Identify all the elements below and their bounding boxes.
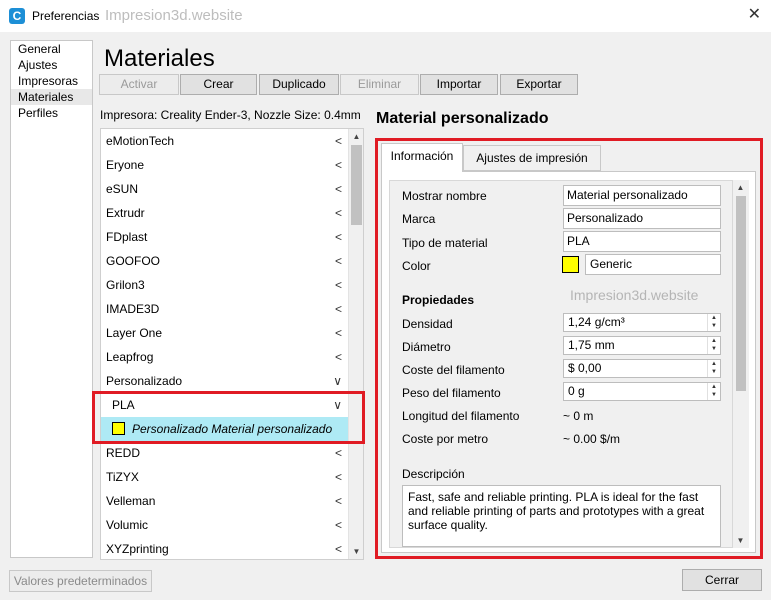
close-button[interactable]: Cerrar xyxy=(682,569,762,591)
spin-arrows-icon[interactable]: ▲ ▼ xyxy=(707,314,720,331)
material-type-field[interactable]: PLA xyxy=(563,231,721,252)
list-item-goofoo[interactable]: GOOFOO < xyxy=(101,249,350,273)
color-label: Color xyxy=(402,259,431,273)
nav-item-general[interactable]: General xyxy=(11,41,92,57)
chevron-left-icon[interactable]: < xyxy=(335,273,342,297)
chevron-left-icon[interactable]: < xyxy=(335,201,342,225)
nav-item-impresoras[interactable]: Impresoras xyxy=(11,73,92,89)
close-window-icon[interactable]: ✕ xyxy=(748,6,761,24)
materials-list: eMotionTech < Eryone < eSUN < Extrudr < FDpl… xyxy=(100,128,364,560)
filament-cost-spinbox[interactable]: $ 0,00 ▲ ▼ xyxy=(563,359,721,378)
chevron-left-icon[interactable]: < xyxy=(335,249,342,273)
list-item-layer-one[interactable]: Layer One < xyxy=(101,321,350,345)
spin-arrows-icon[interactable]: ▲ ▼ xyxy=(707,383,720,400)
cost-per-meter-label: Coste por metro xyxy=(402,432,489,446)
filament-length-value: ~ 0 m xyxy=(563,409,594,423)
list-item-emotiontech[interactable]: eMotionTech < xyxy=(101,129,350,153)
scroll-down-icon[interactable]: ▼ xyxy=(733,533,748,548)
list-item-pla[interactable]: PLA ∨ xyxy=(101,393,350,417)
info-scrollbar[interactable]: ▲ ▼ xyxy=(733,180,749,548)
watermark: Impresion3d.website xyxy=(105,7,243,24)
list-item-esun[interactable]: eSUN < xyxy=(101,177,350,201)
brand-field[interactable]: Personalizado xyxy=(563,208,721,229)
chevron-left-icon[interactable]: < xyxy=(335,345,342,369)
preferences-nav: General Ajustes Impresoras Materiales Pe… xyxy=(10,40,93,558)
diameter-label: Diámetro xyxy=(402,340,451,354)
filament-weight-spinbox[interactable]: 0 g ▲ ▼ xyxy=(563,382,721,401)
display-name-field[interactable]: Material personalizado xyxy=(563,185,721,206)
color-name-field[interactable]: Generic xyxy=(585,254,721,275)
activate-button[interactable]: Activar xyxy=(99,74,179,95)
list-item-imade3d[interactable]: IMADE3D < xyxy=(101,297,350,321)
material-detail-title: Material personalizado xyxy=(376,110,549,127)
chevron-left-icon[interactable]: < xyxy=(335,297,342,321)
chevron-down-icon[interactable]: ∨ xyxy=(333,393,342,417)
chevron-left-icon[interactable]: < xyxy=(335,537,342,559)
properties-heading: Propiedades xyxy=(402,293,475,307)
tab-ajustes-impresion[interactable]: Ajustes de impresión xyxy=(463,145,601,171)
material-type-label: Tipo de material xyxy=(402,236,488,250)
window-title: Preferencias xyxy=(32,9,100,23)
scroll-thumb[interactable] xyxy=(351,145,362,225)
list-item-material-personalizado[interactable]: Personalizado Material personalizado xyxy=(101,417,350,441)
spin-arrows-icon[interactable]: ▲ ▼ xyxy=(707,337,720,354)
delete-button[interactable]: Eliminar xyxy=(340,74,419,95)
watermark: Impresion3d.website xyxy=(570,287,699,303)
color-picker-swatch[interactable] xyxy=(562,256,579,273)
import-button[interactable]: Importar xyxy=(420,74,498,95)
filament-weight-label: Peso del filamento xyxy=(402,386,501,400)
restore-defaults-button[interactable]: Valores predeterminados xyxy=(9,570,152,592)
list-item-extrudr[interactable]: Extrudr < xyxy=(101,201,350,225)
scroll-thumb[interactable] xyxy=(736,196,746,391)
nav-item-materiales[interactable]: Materiales xyxy=(11,89,92,105)
cost-per-meter-value: ~ 0.00 $/m xyxy=(563,432,621,446)
list-item-grilon3[interactable]: Grilon3 < xyxy=(101,273,350,297)
page-title: Materiales xyxy=(104,45,215,72)
chevron-left-icon[interactable]: < xyxy=(335,441,342,465)
chevron-left-icon[interactable]: < xyxy=(335,465,342,489)
list-item-redd[interactable]: REDD < xyxy=(101,441,350,465)
duplicate-button[interactable]: Duplicado xyxy=(259,74,339,95)
app-logo-icon: C xyxy=(9,8,25,24)
scroll-down-icon[interactable]: ▼ xyxy=(349,544,363,559)
create-button[interactable]: Crear xyxy=(180,74,257,95)
color-swatch xyxy=(112,422,125,435)
chevron-left-icon[interactable]: < xyxy=(335,321,342,345)
filament-cost-label: Coste del filamento xyxy=(402,363,505,377)
tab-informacion[interactable]: Información xyxy=(381,143,463,172)
list-item-xyzprinting[interactable]: XYZprinting < xyxy=(101,537,350,559)
title-bar: C Preferencias Impresion3d.website ✕ xyxy=(0,0,771,32)
export-button[interactable]: Exportar xyxy=(500,74,578,95)
filament-length-label: Longitud del filamento xyxy=(402,409,520,423)
list-item-fdplast[interactable]: FDplast < xyxy=(101,225,350,249)
description-label: Descripción xyxy=(402,467,465,481)
spin-arrows-icon[interactable]: ▲ ▼ xyxy=(707,360,720,377)
chevron-left-icon[interactable]: < xyxy=(335,225,342,249)
density-spinbox[interactable]: 1,24 g/cm³ ▲ ▼ xyxy=(563,313,721,332)
diameter-spinbox[interactable]: 1,75 mm ▲ ▼ xyxy=(563,336,721,355)
list-item-tizyx[interactable]: TiZYX < xyxy=(101,465,350,489)
chevron-left-icon[interactable]: < xyxy=(335,489,342,513)
chevron-left-icon[interactable]: < xyxy=(335,129,342,153)
density-label: Densidad xyxy=(402,317,453,331)
brand-label: Marca xyxy=(402,212,436,226)
chevron-left-icon[interactable]: < xyxy=(335,177,342,201)
list-item-personalizado[interactable]: Personalizado ∨ xyxy=(101,369,350,393)
chevron-left-icon[interactable]: < xyxy=(335,153,342,177)
nav-item-perfiles[interactable]: Perfiles xyxy=(11,105,92,121)
list-item-eryone[interactable]: Eryone < xyxy=(101,153,350,177)
chevron-left-icon[interactable]: < xyxy=(335,513,342,537)
list-scrollbar[interactable]: ▲ ▼ xyxy=(348,129,363,559)
scroll-up-icon[interactable]: ▲ xyxy=(733,180,748,195)
scroll-up-icon[interactable]: ▲ xyxy=(349,129,363,144)
display-name-label: Mostrar nombre xyxy=(402,189,487,203)
list-item-velleman[interactable]: Velleman < xyxy=(101,489,350,513)
list-item-leapfrog[interactable]: Leapfrog < xyxy=(101,345,350,369)
chevron-down-icon[interactable]: ∨ xyxy=(333,369,342,393)
printer-label: Impresora: Creality Ender-3, Nozzle Size… xyxy=(100,108,361,122)
description-textarea[interactable]: Fast, safe and reliable printing. PLA is… xyxy=(402,485,721,547)
list-item-volumic[interactable]: Volumic < xyxy=(101,513,350,537)
nav-item-ajustes[interactable]: Ajustes xyxy=(11,57,92,73)
